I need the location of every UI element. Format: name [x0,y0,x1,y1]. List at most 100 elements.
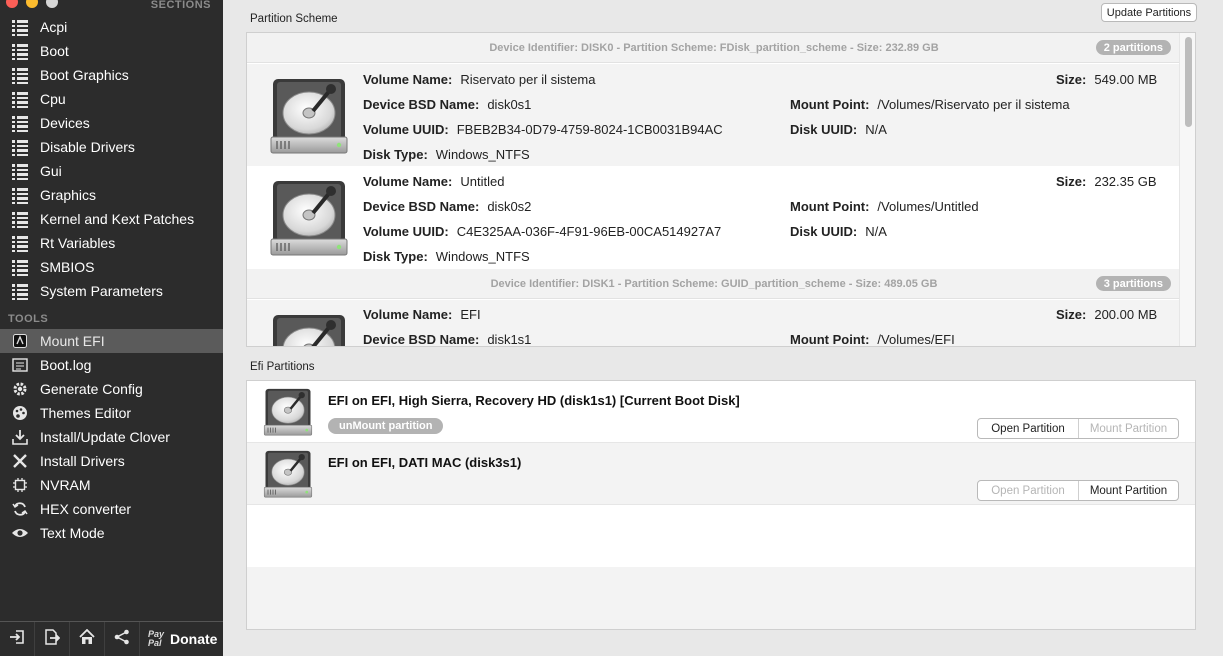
sidebar-item-label: Install Drivers [40,453,125,469]
volume-name-field: Volume Name: EFI [363,307,481,322]
gear-icon [0,381,40,397]
scrollbar-thumb[interactable] [1185,37,1192,127]
sidebar-item-boot[interactable]: Boot [0,39,223,63]
field-value: FBEB2B34-0D79-4759-8024-1CB0031B94AC [456,122,723,137]
sidebar-item-label: Boot [40,43,69,59]
disk-type-field: Disk Type: Windows_NTFS [363,249,530,264]
sidebar-item-devices[interactable]: Devices [0,111,223,135]
export-icon [44,628,61,650]
minimize-window-button[interactable] [26,0,38,8]
share-button[interactable] [105,621,140,656]
partition-actions: Open Partition Mount Partition [977,480,1179,501]
empty-row [247,567,1195,629]
size-field: Size: 549.00 MB [1056,72,1157,87]
sidebar-item-rt-variables[interactable]: Rt Variables [0,231,223,255]
open-partition-button[interactable]: Open Partition [978,481,1078,500]
disk-uuid-field: Disk UUID: N/A [790,122,887,137]
field-label: Volume Name: [363,307,453,322]
sidebar-item-kernel-and-kext-patches[interactable]: Kernel and Kext Patches [0,207,223,231]
sidebar-item-install-drivers[interactable]: Install Drivers [0,449,223,473]
sidebar-item-graphics[interactable]: Graphics [0,183,223,207]
partition-row-disk0s1[interactable]: Volume Name: Riservato per il sistema Dev… [247,64,1181,166]
sidebar-item-text-mode[interactable]: Text Mode [0,521,223,545]
sidebar-item-install-update-clover[interactable]: Install/Update Clover [0,425,223,449]
sidebar-item-boot-graphics[interactable]: Boot Graphics [0,63,223,87]
mount-efi-icon [0,334,40,348]
field-value: N/A [865,224,887,239]
volume-name-field: Volume Name: Riservato per il sistema [363,72,595,87]
paypal-icon: Pay Pal [148,630,164,648]
efi-partitions-list[interactable]: EFI on EFI, High Sierra, Recovery HD (di… [246,380,1196,630]
field-label: Disk UUID: [790,224,858,239]
list-icon [0,140,40,156]
paypal-bottom-text: Pal [148,638,162,648]
close-window-button[interactable] [6,0,18,8]
field-value: Windows_NTFS [435,249,530,264]
vertical-scrollbar[interactable] [1179,33,1195,346]
home-button[interactable] [70,621,105,656]
partition-row-disk1s1[interactable]: Volume Name: EFI Device BSD Name: disk1s1 … [247,300,1181,347]
list-icon [0,116,40,132]
efi-partitions-title: Efi Partitions [250,361,315,373]
mount-partition-button[interactable]: Mount Partition [1078,481,1178,500]
sections-heading: SECTIONS [150,0,211,11]
sidebar-item-label: Install/Update Clover [40,429,170,445]
field-label: Mount Point: [790,199,870,214]
sidebar-item-smbios[interactable]: SMBIOS [0,255,223,279]
efi-partition-title: EFI on EFI, DATI MAC (disk3s1) [328,455,522,470]
efi-row-disk3s1[interactable]: EFI on EFI, DATI MAC (disk3s1) Open Part… [247,443,1195,505]
sidebar-item-label: System Parameters [40,283,163,299]
mount-partition-button[interactable]: Mount Partition [1078,419,1178,438]
zoom-window-button[interactable] [46,0,58,8]
sidebar-item-acpi[interactable]: Acpi [0,15,223,39]
list-icon [0,260,40,276]
partition-scheme-list[interactable]: Device Identifier: DISK0 - Partition Sch… [246,32,1196,347]
sidebar-item-system-parameters[interactable]: System Parameters [0,279,223,303]
import-icon [9,629,25,650]
field-value: /Volumes/Untitled [877,199,979,214]
open-partition-button[interactable]: Open Partition [978,419,1078,438]
download-icon [0,429,40,445]
donate-button[interactable]: Pay Pal Donate [148,630,217,648]
import-button[interactable] [0,621,35,656]
update-partitions-button[interactable]: Update Partitions [1101,3,1197,22]
sidebar-item-hex-converter[interactable]: HEX converter [0,497,223,521]
sidebar-item-gui[interactable]: Gui [0,159,223,183]
list-icon [0,236,40,252]
partition-count-badge: 3 partitions [1095,276,1171,291]
device-header-text: Device Identifier: DISK1 - Partition Sch… [490,277,938,290]
field-value: Riservato per il sistema [460,72,596,87]
sidebar-item-generate-config[interactable]: Generate Config [0,377,223,401]
sidebar-item-disable-drivers[interactable]: Disable Drivers [0,135,223,159]
field-value: disk0s1 [487,97,532,112]
window-controls [6,0,58,8]
sidebar-item-label: Themes Editor [40,405,132,421]
tools-heading: TOOLS [8,313,49,325]
export-button[interactable] [35,621,70,656]
sidebar-item-themes-editor[interactable]: Themes Editor [0,401,223,425]
sidebar-item-label: Cpu [40,91,66,107]
efi-row-disk1s1[interactable]: EFI on EFI, High Sierra, Recovery HD (di… [247,381,1195,443]
partition-row-disk0s2[interactable]: Volume Name: Untitled Device BSD Name: dis… [247,166,1181,268]
sidebar-item-label: Boot.log [40,357,92,373]
field-value: disk0s2 [487,199,532,214]
list-icon [0,68,40,84]
field-value: N/A [865,122,887,137]
sidebar-item-mount-efi[interactable]: Mount EFI [0,329,223,353]
field-value: EFI [460,307,481,322]
device-header-disk0: Device Identifier: DISK0 - Partition Sch… [247,33,1181,63]
bsd-name-field: Device BSD Name: disk0s1 [363,97,531,112]
sidebar-item-cpu[interactable]: Cpu [0,87,223,111]
share-icon [114,629,130,650]
sidebar-footer: Pay Pal Donate [0,621,223,656]
sidebar-item-label: Gui [40,163,62,179]
sidebar-item-label: Mount EFI [40,333,105,349]
field-label: Device BSD Name: [363,97,480,112]
sidebar-item-nvram[interactable]: NVRAM [0,473,223,497]
volume-uuid-field: Volume UUID: C4E325AA-036F-4F91-96EB-00CA… [363,224,721,239]
field-label: Mount Point: [790,97,870,112]
tools-icon [0,453,40,469]
sidebar-item-boot-log[interactable]: Boot.log [0,353,223,377]
unmount-partition-button[interactable]: unMount partition [328,418,444,434]
field-label: Device BSD Name: [363,332,480,347]
